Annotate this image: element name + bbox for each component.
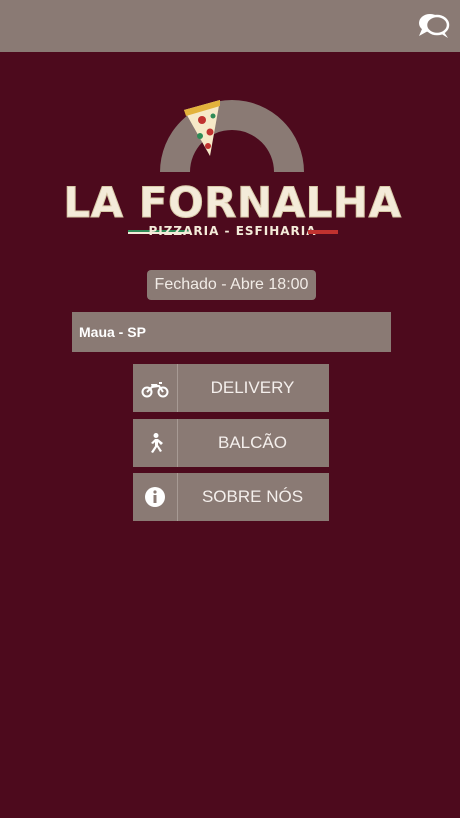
delivery-button[interactable]: DELIVERY <box>133 364 329 412</box>
location-select[interactable]: Maua - SP <box>72 312 391 352</box>
sobre-nos-label: SOBRE NÓS <box>201 487 304 506</box>
sobre-nos-button[interactable]: SOBRE NÓS <box>133 473 329 521</box>
oven-pizza-icon <box>160 100 304 172</box>
chat-button[interactable] <box>416 10 452 42</box>
top-bar <box>0 0 460 52</box>
motorcycle-icon <box>133 364 178 412</box>
balcao-label: BALCÃO <box>218 433 287 452</box>
status-badge: Fechado - Abre 18:00 <box>147 270 316 300</box>
brand-logo: LA FORNALHA PIZZARIA - ESFIHARIA <box>60 92 405 242</box>
info-icon <box>133 473 178 521</box>
balcao-button[interactable]: BALCÃO <box>133 419 329 467</box>
brand-subtitle: PIZZARIA - ESFIHARIA <box>148 224 317 238</box>
walking-person-icon <box>133 419 178 467</box>
delivery-label: DELIVERY <box>210 378 295 397</box>
chat-bubbles-icon <box>419 14 450 38</box>
flag-stripe-right <box>308 230 338 234</box>
brand-name: LA FORNALHA <box>63 178 402 228</box>
